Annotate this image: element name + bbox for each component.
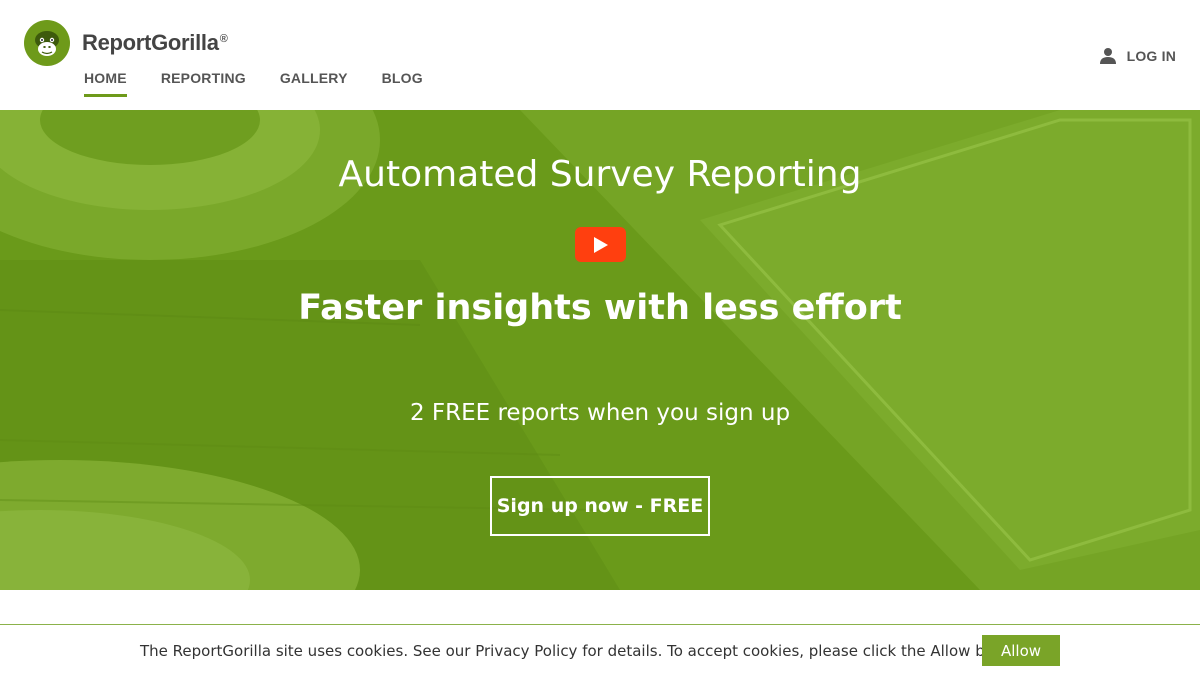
- allow-cookies-button[interactable]: Allow: [982, 635, 1060, 666]
- brand-name: ReportGorilla®: [82, 30, 228, 55]
- nav-blog[interactable]: BLOG: [382, 70, 423, 97]
- hero-offer-text: 2 FREE reports when you sign up: [409, 400, 791, 426]
- registered-mark: ®: [219, 32, 228, 45]
- hero-title: Automated Survey Reporting: [338, 154, 862, 195]
- hero-banner: Automated Survey Reporting Faster insigh…: [0, 110, 1200, 590]
- gorilla-logo-icon: [24, 20, 70, 66]
- login-label: LOG IN: [1126, 48, 1176, 64]
- cookie-message: The ReportGorilla site uses cookies. See…: [140, 642, 1030, 660]
- cookie-bar: The ReportGorilla site uses cookies. See…: [0, 624, 1200, 675]
- play-icon: [594, 237, 608, 253]
- main-nav: HOME REPORTING GALLERY BLOG: [84, 70, 457, 97]
- nav-reporting[interactable]: REPORTING: [161, 70, 246, 97]
- site-header: ReportGorilla® HOME REPORTING GALLERY BL…: [0, 0, 1200, 110]
- nav-gallery[interactable]: GALLERY: [280, 70, 348, 97]
- nav-home[interactable]: HOME: [84, 70, 127, 97]
- hero-subtitle: Faster insights with less effort: [298, 288, 902, 328]
- brand-logo[interactable]: ReportGorilla®: [24, 20, 228, 66]
- play-video-button[interactable]: [575, 227, 626, 262]
- signup-button[interactable]: Sign up now - FREE: [490, 476, 710, 536]
- login-link[interactable]: LOG IN: [1099, 47, 1176, 65]
- user-icon: [1099, 48, 1116, 64]
